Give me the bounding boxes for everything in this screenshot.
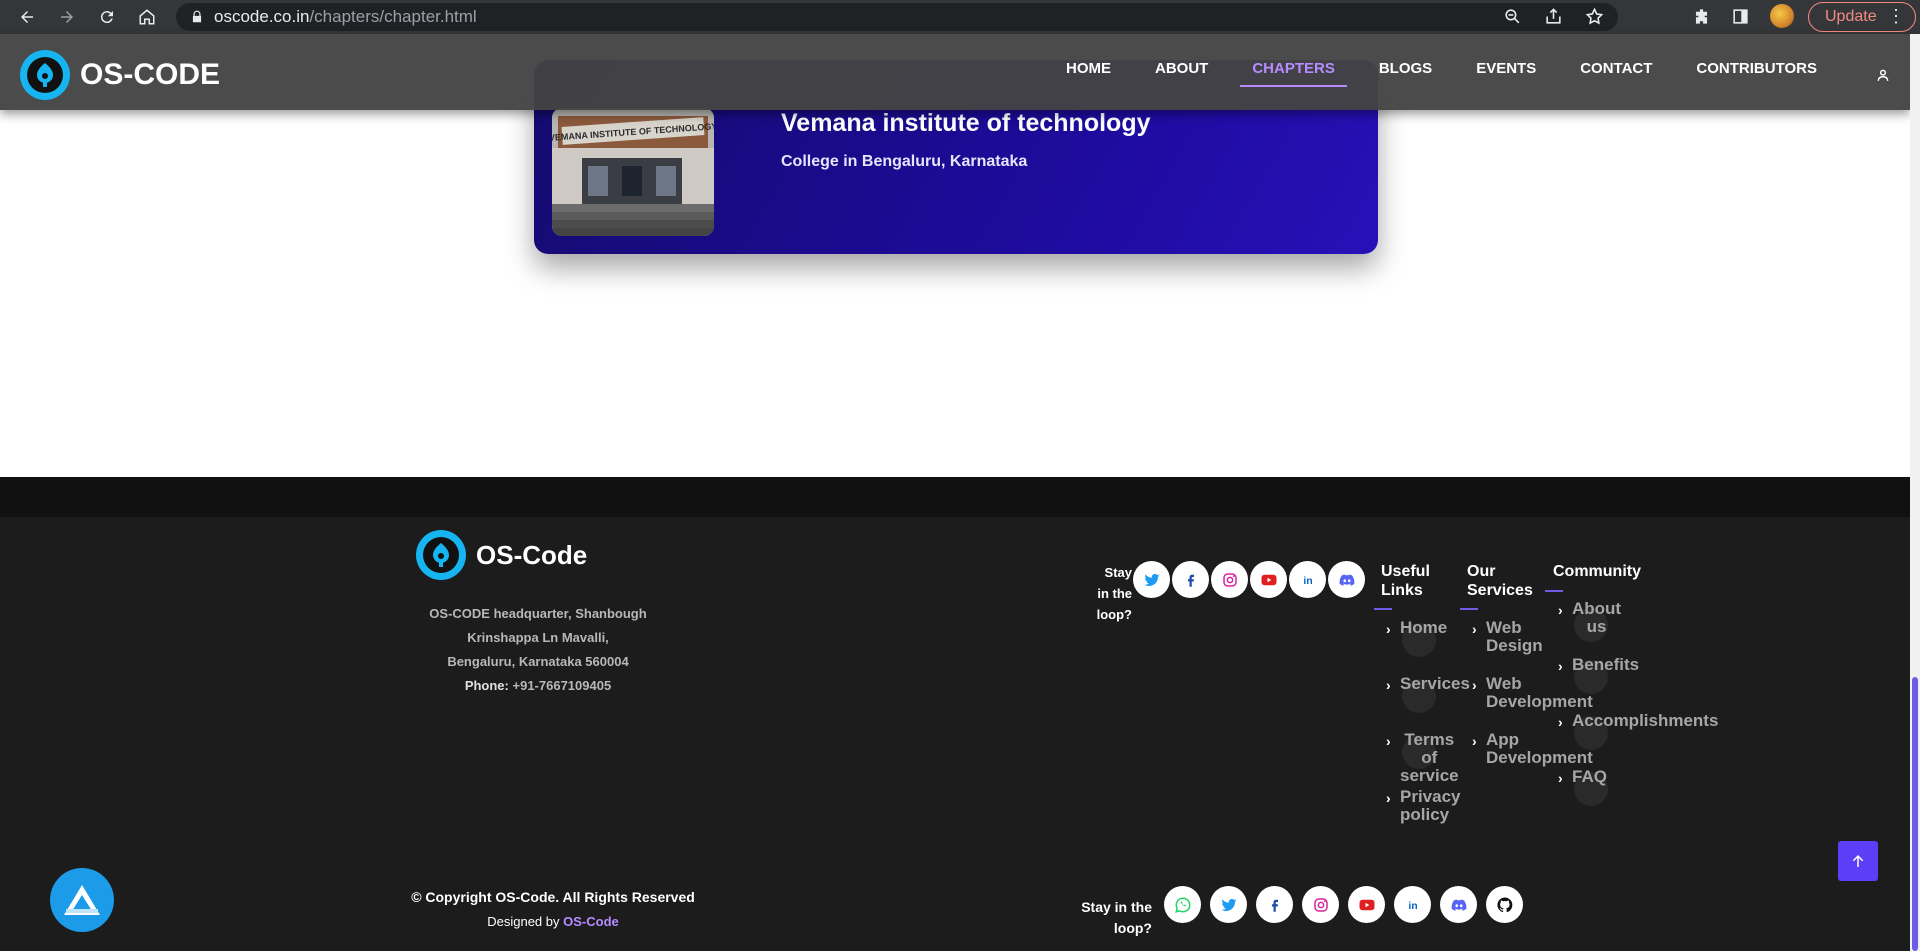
- footer: [0, 517, 1910, 951]
- site-header: OS-CODE HOME ABOUT CHAPTERS BLOGS EVENTS…: [0, 34, 1910, 110]
- forward-icon[interactable]: [54, 4, 80, 30]
- main-nav: HOME ABOUT CHAPTERS BLOGS EVENTS CONTACT…: [1066, 60, 1861, 87]
- page-scrollbar[interactable]: [1910, 34, 1920, 951]
- footer-link-about-us[interactable]: › About us: [1558, 600, 1621, 642]
- lock-icon: [192, 10, 202, 23]
- footer-link-benefits[interactable]: › Benefits: [1558, 656, 1639, 694]
- footer-logo-text: OS-Code: [476, 539, 588, 570]
- linkedin-icon[interactable]: in: [1289, 561, 1326, 598]
- extensions-icon[interactable]: [1692, 7, 1711, 26]
- college-image: VEMANA INSTITUTE OF TECHNOLOGY: [552, 108, 714, 236]
- stay-in-loop-label-bottom: Stay in the loop?: [1081, 899, 1152, 936]
- useful-links-heading: Useful Links: [1381, 563, 1430, 599]
- twitter-icon[interactable]: [1210, 886, 1247, 923]
- instagram-icon[interactable]: [1211, 561, 1248, 598]
- arrow-up-icon: [1852, 855, 1864, 867]
- footer-logo-icon: [416, 530, 466, 580]
- menu-dots-icon[interactable]: ⋮: [1887, 7, 1905, 25]
- home-icon[interactable]: [134, 4, 160, 30]
- svg-text:in: in: [1408, 899, 1417, 911]
- discord-icon[interactable]: [1328, 561, 1365, 598]
- nav-blogs[interactable]: BLOGS: [1379, 60, 1432, 87]
- logo-text: OS-CODE: [80, 58, 221, 91]
- useful-links-underline: [1374, 608, 1392, 610]
- logo-icon: [20, 50, 70, 100]
- footer-link-accomplishments[interactable]: › Accomplishments: [1558, 712, 1718, 750]
- app-badge-icon[interactable]: [50, 868, 114, 932]
- nav-about[interactable]: ABOUT: [1155, 60, 1208, 87]
- address-bar[interactable]: oscode.co.in/chapters/chapter.html: [176, 3, 1618, 31]
- phone-number: +91-7667109405: [512, 678, 612, 693]
- footer-top-band: [0, 477, 1910, 517]
- scroll-to-top-button[interactable]: [1838, 841, 1878, 881]
- twitter-icon[interactable]: [1133, 561, 1170, 598]
- footer-link-terms[interactable]: › Terms of service: [1386, 731, 1459, 785]
- footer-link-faq[interactable]: › FAQ: [1558, 768, 1608, 806]
- facebook-icon[interactable]: [1172, 561, 1209, 598]
- nav-home[interactable]: HOME: [1066, 60, 1111, 87]
- community-underline: [1545, 590, 1563, 592]
- designed-by-link[interactable]: OS-Code: [563, 914, 619, 929]
- svg-text:in: in: [1303, 574, 1312, 586]
- user-icon[interactable]: [1876, 68, 1890, 82]
- bookmark-star-icon[interactable]: [1585, 7, 1604, 26]
- our-services-heading: Our Services: [1467, 563, 1533, 599]
- college-name: Vemana institute of technology: [781, 109, 1151, 137]
- whatsapp-icon[interactable]: [1164, 886, 1201, 923]
- share-icon[interactable]: [1544, 7, 1563, 26]
- footer-logo[interactable]: OS-Code: [416, 530, 587, 580]
- browser-toolbar: oscode.co.in/chapters/chapter.html Updat…: [0, 0, 1920, 34]
- zoom-icon[interactable]: [1503, 7, 1522, 26]
- nav-chapters[interactable]: CHAPTERS: [1240, 60, 1347, 87]
- discord-icon[interactable]: [1440, 886, 1477, 923]
- side-panel-icon[interactable]: [1731, 7, 1750, 26]
- profile-avatar[interactable]: [1770, 4, 1794, 28]
- designed-by-text: Designed by OS-Code: [487, 914, 619, 929]
- community-heading: Community: [1553, 563, 1641, 580]
- youtube-icon[interactable]: [1250, 561, 1287, 598]
- footer-address: OS-CODE headquarter, Shanbough Krinshapp…: [429, 606, 647, 693]
- nav-events[interactable]: EVENTS: [1476, 60, 1536, 87]
- scrollbar-thumb[interactable]: [1912, 677, 1918, 951]
- back-icon[interactable]: [14, 4, 40, 30]
- instagram-icon[interactable]: [1302, 886, 1339, 923]
- linkedin-icon[interactable]: in: [1394, 886, 1431, 923]
- github-icon[interactable]: [1486, 886, 1523, 923]
- footer-link-web-design[interactable]: › Web Design: [1472, 619, 1543, 655]
- footer-link-services[interactable]: › Services: [1386, 675, 1470, 713]
- url-text: oscode.co.in/chapters/chapter.html: [214, 7, 477, 26]
- social-links-top: in: [1133, 561, 1365, 598]
- youtube-icon[interactable]: [1348, 886, 1385, 923]
- footer-link-privacy[interactable]: › Privacy policy: [1386, 788, 1461, 824]
- copyright-text: © Copyright OS-Code. All Rights Reserved: [411, 889, 695, 905]
- update-button[interactable]: Update ⋮: [1808, 2, 1916, 32]
- college-location: College in Bengaluru, Karnataka: [781, 153, 1028, 170]
- stay-in-loop-label: Stay in the loop?: [1096, 565, 1132, 622]
- social-links-bottom: in: [1164, 886, 1523, 923]
- our-services-underline: [1460, 608, 1478, 610]
- nav-contributors[interactable]: CONTRIBUTORS: [1696, 60, 1817, 87]
- reload-icon[interactable]: [94, 4, 120, 30]
- site-logo[interactable]: OS-CODE: [20, 50, 220, 100]
- facebook-icon[interactable]: [1256, 886, 1293, 923]
- footer-link-home[interactable]: › Home: [1386, 619, 1447, 657]
- nav-contact[interactable]: CONTACT: [1580, 60, 1652, 87]
